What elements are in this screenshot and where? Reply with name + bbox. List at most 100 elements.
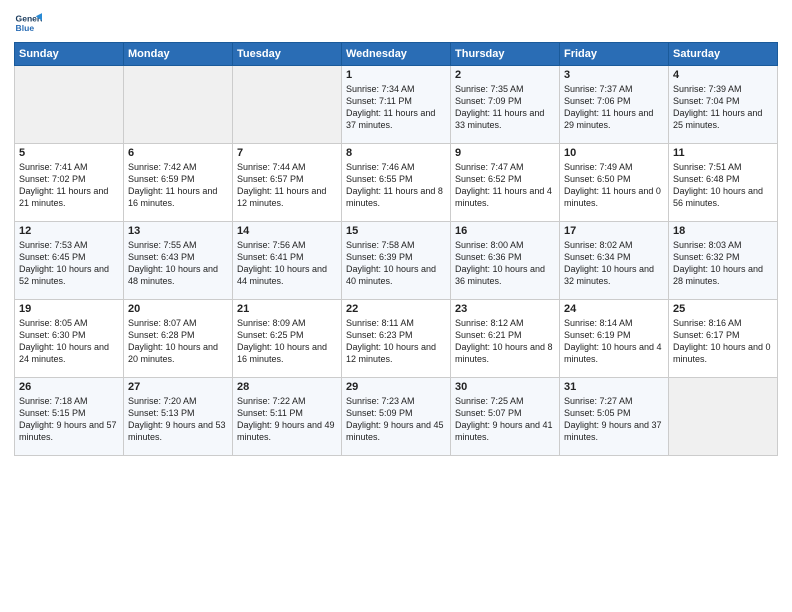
cell-info: Sunrise: 8:12 AM Sunset: 6:21 PM Dayligh…	[455, 317, 555, 366]
calendar-cell: 12 Sunrise: 7:53 AM Sunset: 6:45 PM Dayli…	[15, 222, 124, 300]
day-number: 6	[128, 147, 228, 159]
calendar-cell: 24 Sunrise: 8:14 AM Sunset: 6:19 PM Dayli…	[560, 300, 669, 378]
calendar-cell	[669, 378, 778, 456]
col-header-friday: Friday	[560, 43, 669, 66]
day-number: 1	[346, 69, 446, 81]
day-number: 8	[346, 147, 446, 159]
calendar-cell: 17 Sunrise: 8:02 AM Sunset: 6:34 PM Dayli…	[560, 222, 669, 300]
cell-info: Sunrise: 7:56 AM Sunset: 6:41 PM Dayligh…	[237, 239, 337, 288]
col-header-sunday: Sunday	[15, 43, 124, 66]
cell-info: Sunrise: 7:41 AM Sunset: 7:02 PM Dayligh…	[19, 161, 119, 210]
calendar-cell: 6 Sunrise: 7:42 AM Sunset: 6:59 PM Daylig…	[124, 144, 233, 222]
svg-text:Blue: Blue	[16, 23, 35, 33]
cell-info: Sunrise: 7:35 AM Sunset: 7:09 PM Dayligh…	[455, 83, 555, 132]
day-number: 23	[455, 303, 555, 315]
header: General Blue	[14, 10, 778, 38]
calendar-cell: 30 Sunrise: 7:25 AM Sunset: 5:07 PM Dayli…	[451, 378, 560, 456]
cell-info: Sunrise: 7:49 AM Sunset: 6:50 PM Dayligh…	[564, 161, 664, 210]
calendar-cell: 31 Sunrise: 7:27 AM Sunset: 5:05 PM Dayli…	[560, 378, 669, 456]
calendar-cell: 23 Sunrise: 8:12 AM Sunset: 6:21 PM Dayli…	[451, 300, 560, 378]
calendar-cell: 15 Sunrise: 7:58 AM Sunset: 6:39 PM Dayli…	[342, 222, 451, 300]
cell-info: Sunrise: 7:44 AM Sunset: 6:57 PM Dayligh…	[237, 161, 337, 210]
cell-info: Sunrise: 7:23 AM Sunset: 5:09 PM Dayligh…	[346, 395, 446, 444]
calendar-cell: 20Sunrise: 8:07 AM Sunset: 6:28 PM Dayli…	[124, 300, 233, 378]
day-number: 17	[564, 225, 664, 237]
cell-info: Sunrise: 7:42 AM Sunset: 6:59 PM Dayligh…	[128, 161, 228, 210]
cell-info: Sunrise: 8:00 AM Sunset: 6:36 PM Dayligh…	[455, 239, 555, 288]
day-number: 22	[346, 303, 446, 315]
cell-info: Sunrise: 8:05 AM Sunset: 6:30 PM Dayligh…	[19, 317, 119, 366]
day-number: 2	[455, 69, 555, 81]
day-number: 27	[128, 381, 228, 393]
cell-info: Sunrise: 7:37 AM Sunset: 7:06 PM Dayligh…	[564, 83, 664, 132]
calendar-cell: 19 Sunrise: 8:05 AM Sunset: 6:30 PM Dayli…	[15, 300, 124, 378]
day-number: 31	[564, 381, 664, 393]
page-container: General Blue SundayMondayTuesdayWednesda…	[0, 0, 792, 462]
calendar-cell: 8 Sunrise: 7:46 AM Sunset: 6:55 PM Daylig…	[342, 144, 451, 222]
day-number: 21	[237, 303, 337, 315]
calendar-cell: 28 Sunrise: 7:22 AM Sunset: 5:11 PM Dayli…	[233, 378, 342, 456]
cell-info: Sunrise: 7:25 AM Sunset: 5:07 PM Dayligh…	[455, 395, 555, 444]
day-number: 18	[673, 225, 773, 237]
cell-info: Sunrise: 7:18 AM Sunset: 5:15 PM Dayligh…	[19, 395, 119, 444]
cell-info: Sunrise: 7:47 AM Sunset: 6:52 PM Dayligh…	[455, 161, 555, 210]
cell-info: Sunrise: 7:20 AM Sunset: 5:13 PM Dayligh…	[128, 395, 228, 444]
cell-info: Sunrise: 7:46 AM Sunset: 6:55 PM Dayligh…	[346, 161, 446, 210]
day-number: 15	[346, 225, 446, 237]
calendar-cell: 5 Sunrise: 7:41 AM Sunset: 7:02 PM Daylig…	[15, 144, 124, 222]
cell-info: Sunrise: 7:39 AM Sunset: 7:04 PM Dayligh…	[673, 83, 773, 132]
cell-info: Sunrise: 7:34 AM Sunset: 7:11 PM Dayligh…	[346, 83, 446, 132]
cell-info: Sunrise: 7:58 AM Sunset: 6:39 PM Dayligh…	[346, 239, 446, 288]
calendar-cell: 9 Sunrise: 7:47 AM Sunset: 6:52 PM Daylig…	[451, 144, 560, 222]
cell-info: Sunrise: 7:27 AM Sunset: 5:05 PM Dayligh…	[564, 395, 664, 444]
day-number: 28	[237, 381, 337, 393]
day-number: 11	[673, 147, 773, 159]
calendar-cell: 21 Sunrise: 8:09 AM Sunset: 6:25 PM Dayli…	[233, 300, 342, 378]
cell-info: Sunrise: 8:14 AM Sunset: 6:19 PM Dayligh…	[564, 317, 664, 366]
col-header-saturday: Saturday	[669, 43, 778, 66]
logo-icon: General Blue	[14, 10, 42, 38]
calendar-cell: 29 Sunrise: 7:23 AM Sunset: 5:09 PM Dayli…	[342, 378, 451, 456]
day-number: 30	[455, 381, 555, 393]
logo: General Blue	[14, 10, 46, 38]
day-number: 29	[346, 381, 446, 393]
calendar-cell	[15, 66, 124, 144]
calendar-cell: 22 Sunrise: 8:11 AM Sunset: 6:23 PM Dayli…	[342, 300, 451, 378]
calendar-cell: 11 Sunrise: 7:51 AM Sunset: 6:48 PM Dayli…	[669, 144, 778, 222]
calendar-cell	[124, 66, 233, 144]
day-number: 25	[673, 303, 773, 315]
calendar-cell: 26Sunrise: 7:18 AM Sunset: 5:15 PM Dayli…	[15, 378, 124, 456]
cell-info: Sunrise: 7:53 AM Sunset: 6:45 PM Dayligh…	[19, 239, 119, 288]
calendar-table: SundayMondayTuesdayWednesdayThursdayFrid…	[14, 42, 778, 456]
calendar-cell: 1 Sunrise: 7:34 AM Sunset: 7:11 PM Daylig…	[342, 66, 451, 144]
calendar-cell: 10 Sunrise: 7:49 AM Sunset: 6:50 PM Dayli…	[560, 144, 669, 222]
col-header-monday: Monday	[124, 43, 233, 66]
calendar-cell: 7 Sunrise: 7:44 AM Sunset: 6:57 PM Daylig…	[233, 144, 342, 222]
day-number: 5	[19, 147, 119, 159]
day-number: 9	[455, 147, 555, 159]
cell-info: Sunrise: 8:03 AM Sunset: 6:32 PM Dayligh…	[673, 239, 773, 288]
calendar-header: SundayMondayTuesdayWednesdayThursdayFrid…	[15, 43, 778, 66]
day-number: 3	[564, 69, 664, 81]
col-header-tuesday: Tuesday	[233, 43, 342, 66]
col-header-thursday: Thursday	[451, 43, 560, 66]
cell-info: Sunrise: 8:02 AM Sunset: 6:34 PM Dayligh…	[564, 239, 664, 288]
day-number: 12	[19, 225, 119, 237]
cell-info: Sunrise: 8:09 AM Sunset: 6:25 PM Dayligh…	[237, 317, 337, 366]
cell-info: Sunrise: 8:07 AM Sunset: 6:28 PM Dayligh…	[128, 317, 228, 366]
day-number: 7	[237, 147, 337, 159]
day-number: 24	[564, 303, 664, 315]
calendar-cell: 4 Sunrise: 7:39 AM Sunset: 7:04 PM Daylig…	[669, 66, 778, 144]
day-number: 10	[564, 147, 664, 159]
calendar-cell: 2 Sunrise: 7:35 AM Sunset: 7:09 PM Daylig…	[451, 66, 560, 144]
calendar-cell	[233, 66, 342, 144]
day-number: 14	[237, 225, 337, 237]
day-number: 4	[673, 69, 773, 81]
cell-info: Sunrise: 7:51 AM Sunset: 6:48 PM Dayligh…	[673, 161, 773, 210]
cell-info: Sunrise: 8:11 AM Sunset: 6:23 PM Dayligh…	[346, 317, 446, 366]
col-header-wednesday: Wednesday	[342, 43, 451, 66]
cell-info: Sunrise: 8:16 AM Sunset: 6:17 PM Dayligh…	[673, 317, 773, 366]
day-number: 19	[19, 303, 119, 315]
cell-info: Sunrise: 7:22 AM Sunset: 5:11 PM Dayligh…	[237, 395, 337, 444]
calendar-cell: 25 Sunrise: 8:16 AM Sunset: 6:17 PM Dayli…	[669, 300, 778, 378]
